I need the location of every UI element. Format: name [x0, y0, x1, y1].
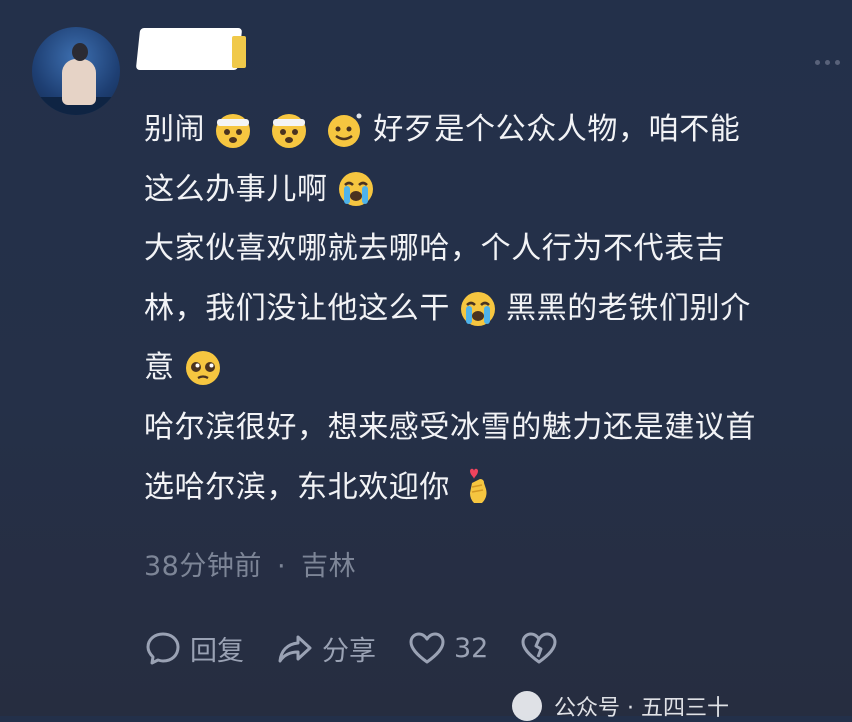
comment-location: 吉林 — [301, 551, 357, 582]
loudly-crying-face-icon — [336, 169, 376, 209]
hand-with-heart-icon — [458, 467, 498, 507]
face-with-head-bandage-icon — [269, 110, 309, 150]
watermark: 公众号 · 五四三十 — [512, 690, 729, 722]
share-button[interactable]: 分享 — [276, 629, 376, 668]
reply-label: 回复 — [190, 635, 244, 667]
user-badge-icon — [232, 36, 246, 68]
avatar-figure-head — [72, 43, 88, 61]
avatar-figure — [62, 59, 96, 105]
comment-text: 选哈尔滨，东北欢迎你 — [144, 469, 450, 505]
comment-text: 林，我们没让他这么干 — [144, 290, 450, 326]
comment-text: 别闹 — [144, 112, 206, 147]
meta-separator: · — [276, 551, 287, 582]
heart-icon — [409, 632, 445, 664]
comment-line: 意 — [144, 338, 844, 398]
pleading-face-icon — [183, 348, 223, 388]
comment-text: 好歹是个公众人物，咱不能 — [373, 112, 741, 147]
like-count: 32 — [454, 632, 489, 664]
face-with-head-bandage-icon — [213, 110, 253, 150]
loudly-crying-face-icon — [458, 289, 498, 329]
share-arrow-icon — [278, 635, 312, 663]
comment-text: 意 — [144, 350, 175, 386]
share-label: 分享 — [322, 635, 376, 667]
reply-button[interactable]: 回复 — [144, 629, 244, 668]
comment-line: 林，我们没让他这么干 黑黑的老铁们别介 — [144, 279, 844, 339]
comment-line: 这么办事儿啊 — [144, 160, 844, 220]
watermark-text: 公众号 · 五四三十 — [554, 696, 729, 721]
comment-line: 大家伙喜欢哪就去哪哈，个人行为不代表吉 — [144, 219, 844, 279]
comment-bubble-icon — [146, 632, 180, 665]
comment-body: 别闹 好歹是个公众人物，咱不能 这么办事儿啊 大家伙喜欢哪就去哪哈，个人行为不代… — [144, 100, 844, 517]
comment-meta: 38分钟前 · 吉林 — [144, 544, 356, 583]
broken-heart-icon — [521, 632, 557, 664]
comment-text: 哈尔滨很好，想来感受冰雪的魅力还是建议首 — [144, 409, 756, 445]
comment-text: 黑黑的老铁们别介 — [506, 290, 751, 326]
wechat-icon — [512, 691, 542, 721]
comment-actions: 回复 分享 32 — [144, 626, 598, 670]
dislike-button[interactable] — [520, 629, 566, 667]
comment-line: 哈尔滨很好，想来感受冰雪的魅力还是建议首 — [144, 398, 844, 458]
comment-line: 别闹 好歹是个公众人物，咱不能 — [144, 100, 844, 160]
comment-timestamp: 38分钟前 — [144, 551, 262, 582]
comment-text: 这么办事儿啊 — [144, 171, 328, 207]
like-button[interactable]: 32 — [408, 629, 488, 667]
more-options-icon[interactable] — [815, 60, 840, 65]
smiling-face-icon — [325, 110, 365, 150]
comment-text: 大家伙喜欢哪就去哪哈，个人行为不代表吉 — [144, 231, 726, 267]
comment-line: 选哈尔滨，东北欢迎你 — [144, 458, 844, 518]
user-avatar[interactable] — [32, 27, 120, 115]
username-redacted[interactable] — [135, 28, 243, 70]
